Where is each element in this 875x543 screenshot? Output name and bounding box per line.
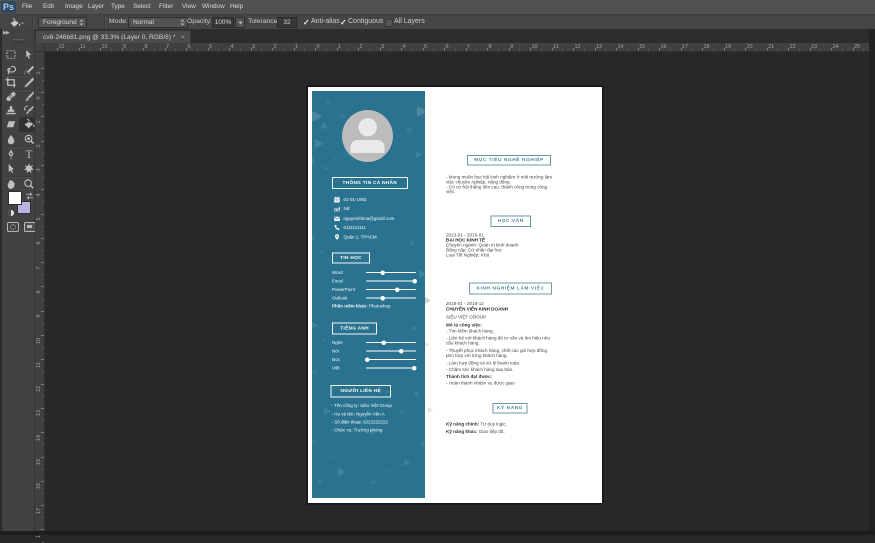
svg-text:T: T	[25, 149, 32, 160]
